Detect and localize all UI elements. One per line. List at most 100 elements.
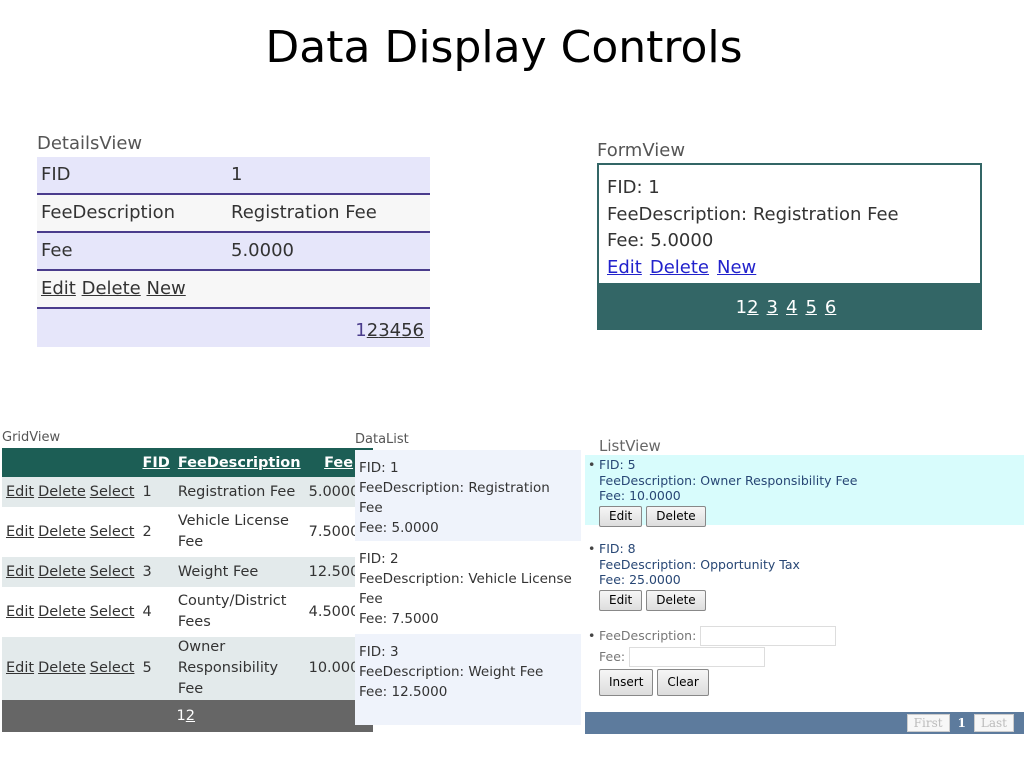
page-current: 1: [176, 707, 186, 724]
select-link[interactable]: Select: [90, 564, 135, 580]
detail-row: FID 1: [37, 157, 430, 195]
select-link[interactable]: Select: [90, 604, 135, 620]
select-link[interactable]: Select: [90, 660, 135, 676]
fid-cell: 2: [142, 523, 152, 540]
select-link[interactable]: Select: [90, 524, 135, 540]
clear-button[interactable]: Clear: [657, 669, 709, 696]
field-name: FeeDescription: [41, 202, 176, 223]
grid-view: FID FeeDescription Fee Edit Delete Select 1 Re…: [2, 448, 373, 732]
item-line: FID: 3: [359, 644, 399, 660]
detail-actions: Edit Delete New: [37, 271, 430, 309]
delete-link[interactable]: Delete: [38, 604, 86, 620]
edit-link[interactable]: Edit: [6, 484, 34, 500]
item-line: FeeDescription: Vehicle License Fee: [359, 571, 572, 607]
fee-line: Fee: 25.0000: [599, 572, 681, 587]
edit-link[interactable]: Edit: [607, 257, 642, 278]
description-cell: Vehicle License Fee: [177, 513, 289, 550]
item-line: FID: 2: [359, 551, 399, 567]
page-link[interactable]: 2: [186, 708, 195, 724]
datalist-item: FID: 1 FeeDescription: Registration Fee Fe…: [355, 450, 581, 541]
field-value: Registration Fee: [231, 202, 377, 223]
description-cell: Owner Responsibility Fee: [173, 637, 305, 700]
last-button[interactable]: Last: [973, 714, 1014, 732]
new-link[interactable]: New: [717, 257, 756, 278]
page-link[interactable]: 2: [367, 320, 378, 341]
description-input[interactable]: [700, 626, 837, 646]
table-row: Edit Delete Select 1 Registration Fee 5.0000: [2, 477, 373, 507]
fee-line: Fee: 5.0000: [607, 230, 714, 251]
page-current: 1: [355, 320, 367, 341]
edit-link[interactable]: Edit: [6, 604, 34, 620]
page-current: 1: [957, 716, 966, 730]
description-cell: Registration Fee: [173, 477, 305, 507]
new-link[interactable]: New: [146, 271, 185, 307]
table-row: Edit Delete Select 2 Vehicle License Fee 7.50…: [2, 507, 373, 557]
page-link[interactable]: 3: [767, 297, 778, 318]
description-cell: County/District Fees: [177, 593, 287, 630]
page-link[interactable]: 6: [413, 320, 424, 341]
insert-button[interactable]: Insert: [599, 669, 654, 696]
form-view: FID: 1 FeeDescription: Registration Fee …: [597, 163, 982, 330]
fid-line: FID: 1: [607, 177, 660, 198]
insert-item: FeeDescription: Fee: InsertClear: [585, 623, 1024, 698]
field-value: 1: [231, 164, 243, 185]
sort-description[interactable]: FeeDescription: [178, 455, 301, 471]
datalist-item: FID: 3 FeeDescription: Weight Fee Fee: 12.…: [355, 634, 581, 725]
fee-label: Fee:: [599, 649, 626, 664]
table-row: Edit Delete Select 3 Weight Fee 12.5000: [2, 557, 373, 587]
delete-button[interactable]: Delete: [646, 589, 706, 611]
list-item: FID: 8 FeeDescription: Opportunity Tax F…: [585, 539, 1024, 611]
desc-line: FeeDescription: Registration Fee: [607, 203, 899, 225]
gridview-label: GridView: [2, 430, 61, 445]
fid-cell: 4: [142, 603, 152, 620]
delete-link[interactable]: Delete: [38, 484, 86, 500]
fee-line: Fee: 10.0000: [599, 488, 681, 503]
page-link[interactable]: 4: [390, 320, 401, 341]
fid-cell: 5: [138, 637, 174, 700]
detail-row: FeeDescription Registration Fee: [37, 195, 430, 233]
fid-line: FID: 8: [599, 541, 636, 556]
page-link[interactable]: 5: [805, 297, 816, 318]
edit-button[interactable]: Edit: [599, 589, 643, 611]
select-link[interactable]: Select: [90, 484, 135, 500]
item-line: FeeDescription: Registration Fee: [359, 480, 550, 516]
fid-line: FID: 5: [599, 457, 636, 472]
sort-fee[interactable]: Fee: [324, 455, 353, 471]
edit-link[interactable]: Edit: [6, 564, 34, 580]
field-name: FID: [41, 164, 71, 185]
item-line: FeeDescription: Weight Fee: [359, 664, 544, 680]
delete-link[interactable]: Delete: [650, 257, 709, 278]
desc-label: FeeDescription:: [599, 628, 697, 643]
details-view: FID 1 FeeDescription Registration Fee Fee 5…: [37, 157, 430, 347]
sort-fid[interactable]: FID: [142, 455, 169, 471]
slide-title: Data Display Controls: [265, 22, 743, 73]
list-view: FID: 5 FeeDescription: Owner Responsibil…: [585, 455, 1024, 734]
page-link[interactable]: 4: [786, 297, 797, 318]
delete-link[interactable]: Delete: [38, 564, 86, 580]
desc-line: FeeDescription: Opportunity Tax: [599, 556, 800, 572]
formview-label: FormView: [597, 140, 686, 161]
page-link[interactable]: 6: [825, 297, 836, 318]
page-link[interactable]: 3: [378, 320, 389, 341]
page-link[interactable]: 2: [747, 297, 758, 318]
field-name: Fee: [41, 240, 73, 261]
pager: 123456: [597, 285, 982, 330]
edit-button[interactable]: Edit: [599, 505, 643, 527]
delete-link[interactable]: Delete: [82, 271, 141, 307]
first-button[interactable]: First: [906, 714, 950, 732]
datalist-item: FID: 2 FeeDescription: Vehicle License Fe…: [355, 541, 581, 634]
datalist-label: DataList: [355, 432, 409, 447]
page-link[interactable]: 5: [401, 320, 412, 341]
pager: 12: [2, 700, 373, 732]
edit-link[interactable]: Edit: [6, 524, 34, 540]
detailsview-label: DetailsView: [37, 133, 143, 154]
listview-label: ListView: [599, 437, 661, 455]
delete-link[interactable]: Delete: [38, 660, 86, 676]
delete-button[interactable]: Delete: [646, 505, 706, 527]
item-line: Fee: 7.5000: [359, 611, 439, 627]
edit-link[interactable]: Edit: [41, 271, 76, 307]
fid-cell: 1: [138, 477, 174, 507]
edit-link[interactable]: Edit: [6, 660, 34, 676]
fee-input[interactable]: [629, 647, 766, 667]
delete-link[interactable]: Delete: [38, 524, 86, 540]
